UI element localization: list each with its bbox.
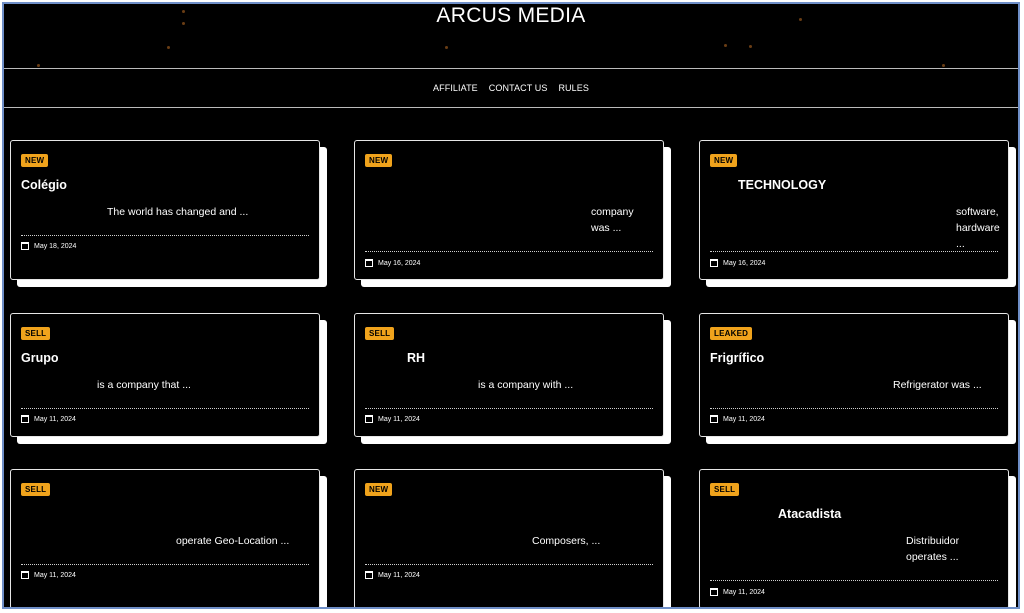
card-divider	[710, 408, 998, 409]
post-title[interactable]: TECHNOLOGY	[710, 178, 826, 192]
post-badge: SELL	[710, 483, 740, 496]
card-divider	[21, 564, 309, 565]
post-date: May 11, 2024	[710, 415, 765, 423]
card-divider	[365, 251, 653, 252]
calendar-icon	[21, 415, 29, 423]
post-date-text: May 18, 2024	[34, 242, 77, 250]
decor-dot	[37, 64, 40, 67]
calendar-icon	[21, 571, 29, 579]
post-date-text: May 11, 2024	[378, 571, 420, 579]
calendar-icon	[21, 242, 29, 250]
post-badge: NEW	[710, 154, 738, 167]
post-card[interactable]: SELL operate Geo-Location ... May 11, 20…	[10, 469, 320, 607]
post-card[interactable]: LEAKED Frigrífico Refrigerator was ... M…	[699, 313, 1009, 437]
nav-link-contact-us[interactable]: CONTACT US	[489, 83, 548, 93]
post-date-text: May 11, 2024	[378, 415, 420, 423]
calendar-icon	[710, 259, 718, 267]
post-card[interactable]: NEW Colégio The world has changed and ..…	[10, 140, 320, 280]
post-card[interactable]: SELL Atacadista Distribuidor operates ..…	[699, 469, 1009, 607]
site-title[interactable]: ARCUS MEDIA	[4, 4, 1018, 28]
main-nav: AFFILIATE CONTACT US RULES	[4, 68, 1018, 108]
decor-dot	[167, 46, 170, 49]
post-card[interactable]: SELL Grupo is a company that ... May 11,…	[10, 313, 320, 437]
post-badge: SELL	[365, 327, 395, 340]
post-date-text: May 11, 2024	[723, 415, 765, 423]
site-header: ARCUS MEDIA	[4, 4, 1018, 68]
calendar-icon	[365, 415, 373, 423]
post-excerpt: The world has changed and ...	[107, 206, 249, 218]
decor-dot	[942, 64, 945, 67]
post-badge: NEW	[21, 154, 49, 167]
post-title[interactable]: Grupo	[21, 351, 59, 365]
page-frame: ARCUS MEDIA AFFILIATE CONTACT US RULES N…	[2, 2, 1020, 609]
post-badge: SELL	[21, 483, 51, 496]
nav-link-rules[interactable]: RULES	[558, 83, 589, 93]
post-excerpt: operate Geo-Location ...	[176, 535, 290, 547]
post-date: May 11, 2024	[21, 571, 76, 579]
post-title[interactable]: Colégio	[21, 178, 67, 192]
post-date: May 11, 2024	[21, 415, 76, 423]
decor-dot	[749, 45, 752, 48]
calendar-icon	[710, 415, 718, 423]
post-date: May 11, 2024	[365, 415, 420, 423]
post-date-text: May 11, 2024	[723, 588, 765, 596]
post-excerpt: is a company that ...	[97, 379, 191, 391]
post-card[interactable]: NEW Composers, ... May 11, 2024	[354, 469, 664, 607]
card-divider	[710, 580, 998, 581]
card-divider	[365, 564, 653, 565]
calendar-icon	[365, 571, 373, 579]
post-date-text: May 11, 2024	[34, 571, 76, 579]
decor-dot	[445, 46, 448, 49]
post-badge: LEAKED	[710, 327, 753, 340]
nav-link-affiliate[interactable]: AFFILIATE	[433, 83, 478, 93]
post-excerpt: company was ...	[591, 206, 634, 234]
post-date: May 18, 2024	[21, 242, 76, 250]
post-badge: SELL	[21, 327, 51, 340]
post-badge: NEW	[365, 154, 393, 167]
post-title[interactable]: Frigrífico	[710, 351, 764, 365]
post-date-text: May 11, 2024	[34, 415, 76, 423]
post-excerpt: Distribuidor operates ...	[906, 535, 960, 563]
card-divider	[710, 251, 998, 252]
post-excerpt: Refrigerator was ...	[893, 379, 982, 391]
post-date: May 16, 2024	[365, 259, 420, 267]
post-excerpt: Composers, ...	[532, 535, 601, 547]
calendar-icon	[710, 588, 718, 596]
post-card[interactable]: NEW company was ... May 16, 2024	[354, 140, 664, 280]
post-badge: NEW	[365, 483, 393, 496]
post-title[interactable]: RH	[365, 351, 425, 365]
card-divider	[21, 235, 309, 236]
calendar-icon	[365, 259, 373, 267]
post-card[interactable]: NEW TECHNOLOGY software, hardware ... Ma…	[699, 140, 1009, 280]
post-excerpt: is a company with ...	[478, 379, 574, 391]
post-card[interactable]: SELL RH is a company with ... May 11, 20…	[354, 313, 664, 437]
post-title[interactable]: Atacadista	[710, 507, 841, 521]
post-date-text: May 16, 2024	[723, 259, 766, 267]
post-date: May 16, 2024	[710, 259, 765, 267]
post-date-text: May 16, 2024	[378, 259, 421, 267]
card-divider	[365, 408, 653, 409]
post-date: May 11, 2024	[710, 588, 765, 596]
post-date: May 11, 2024	[365, 571, 420, 579]
decor-dot	[724, 44, 727, 47]
card-divider	[21, 408, 309, 409]
post-excerpt: software, hardware ...	[956, 206, 1000, 250]
